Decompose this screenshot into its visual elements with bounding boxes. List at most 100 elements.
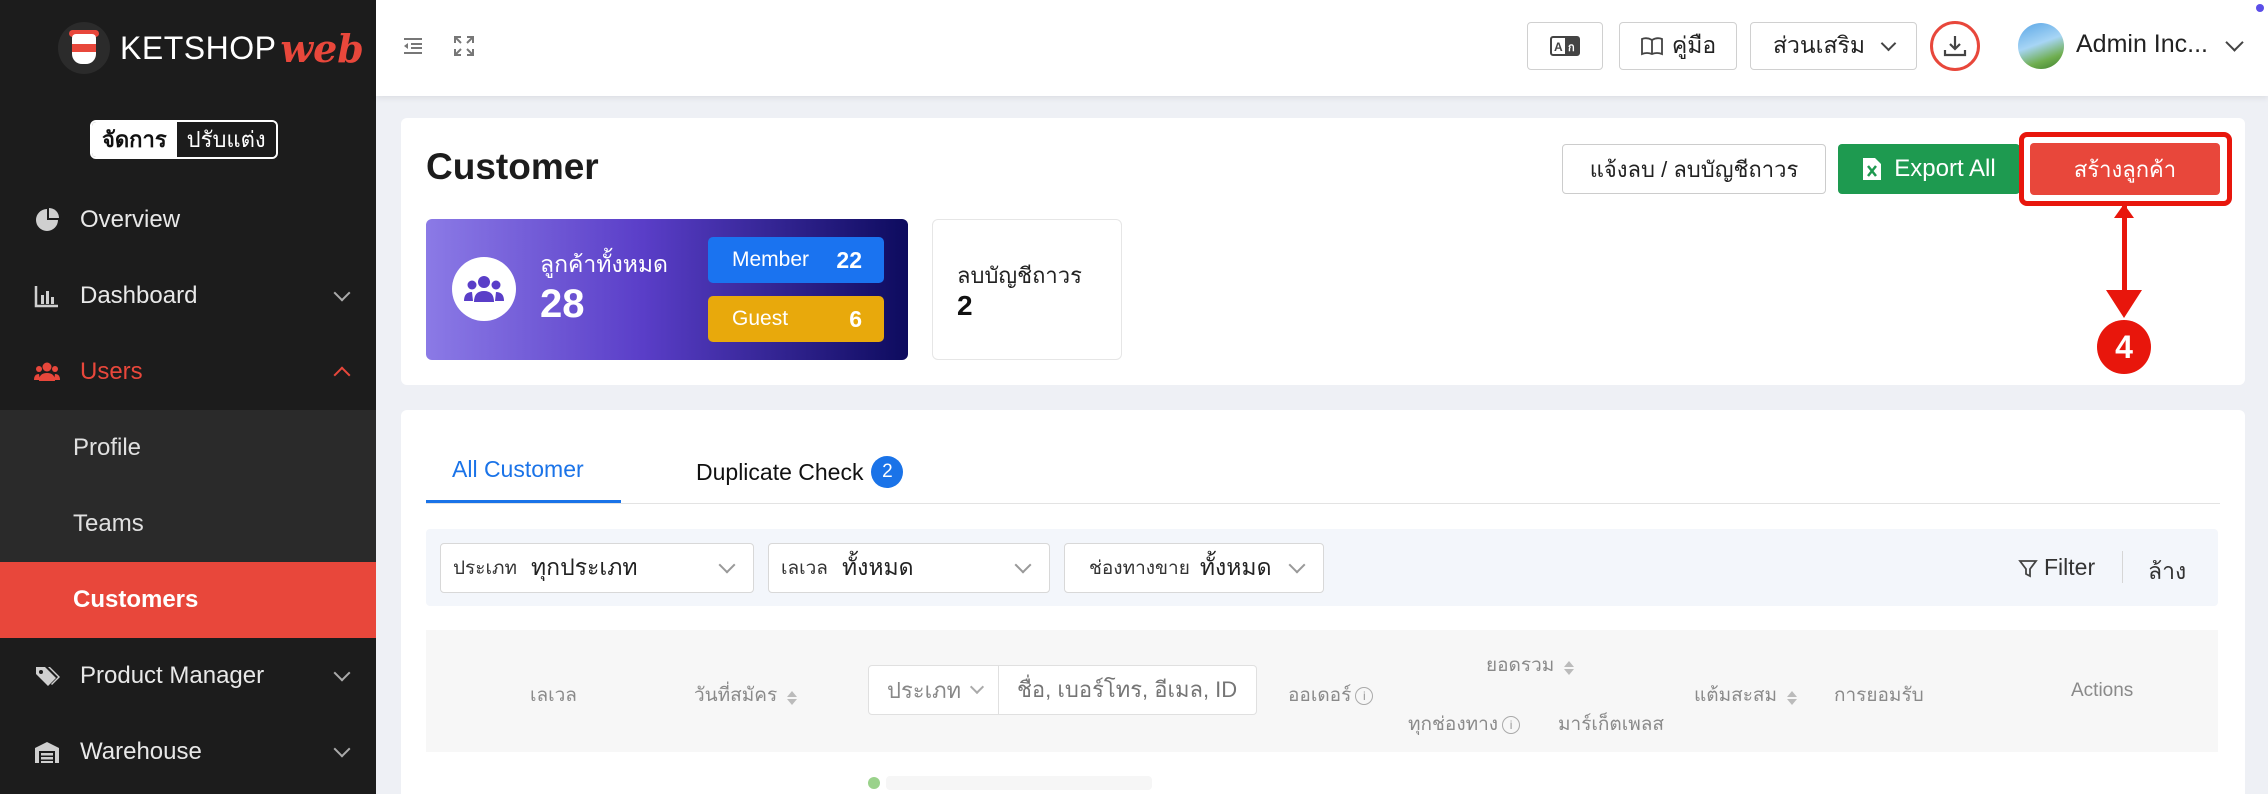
duplicate-count-badge: 2 [871,456,904,488]
filter-label: Filter [2044,554,2096,580]
total-customers-value: 28 [540,282,585,326]
column-total-label: ยอดรวม [1486,655,1555,676]
sidebar-item-users[interactable]: Users [0,334,376,410]
filter-button[interactable]: Filter [2018,554,2095,581]
column-points[interactable]: แต้มสะสม [1694,680,1798,710]
collapse-menu-icon[interactable] [401,34,425,58]
member-label: Member [732,248,810,271]
avatar[interactable] [2018,23,2064,69]
sidebar-subitem-teams[interactable]: Teams [0,486,376,562]
annotation-arrow-head [2106,290,2142,318]
book-icon [1640,37,1663,56]
search-type-label: ประเภท [887,677,962,703]
level-filter-select[interactable]: เลเวล ทั้งหมด [768,543,1050,593]
column-approval: การยอมรับ [1834,685,1924,706]
report-delete-button[interactable]: แจ้งลบ / ลบบัญชีถาวร [1562,144,1826,194]
column-all-channels: ทุกช่องทาง i [1408,709,1521,739]
info-icon[interactable]: i [1502,716,1521,734]
addons-dropdown[interactable]: ส่วนเสริม [1750,22,1917,70]
chevron-down-icon [1880,35,1897,51]
sidebar-subitem-customers[interactable]: Customers [0,562,376,638]
sidebar-item-label: Overview [80,206,181,233]
annotation-arrow [2122,206,2127,294]
guest-value: 6 [849,305,862,332]
page-title: Customer [426,146,599,187]
filter-divider [2122,551,2123,583]
channel-filter-select[interactable]: ช่องทางขาย ทั้งหมด [1064,543,1324,593]
excel-file-icon [1863,158,1882,180]
fullscreen-icon[interactable] [452,34,476,58]
users-submenu: Profile Teams Customers [0,410,376,638]
chevron-down-icon [333,740,351,758]
type-filter-select[interactable]: ประเภท ทุกประเภท [440,543,754,593]
brand-suffix: web [280,25,364,71]
search-type-select[interactable]: ประเภท [868,665,999,715]
sidebar: KETSHOP web จัดการ ปรับแต่ง Overview Das… [0,0,376,794]
column-total[interactable]: ยอดรวม [1486,650,1575,680]
sidebar-item-label: Warehouse [80,738,202,765]
users-icon [452,257,516,321]
level-filter-value: ทั้งหมด [841,554,914,580]
type-filter-value: ทุกประเภท [531,554,638,580]
export-all-button[interactable]: Export All [1838,144,2020,194]
column-points-label: แต้มสะสม [1694,685,1778,706]
bar-chart-icon [34,286,58,308]
top-bar [376,0,2268,96]
user-name[interactable]: Admin Inc... [2076,30,2208,59]
sidebar-item-dashboard[interactable]: Dashboard [0,258,376,334]
level-filter-key: เลเวล [781,558,828,579]
sidebar-item-overview[interactable]: Overview [0,182,376,258]
column-register-date[interactable]: วันที่สมัคร [694,680,798,710]
users-icon [34,362,60,381]
member-value: 22 [836,246,862,273]
annotation-highlight [2019,132,2232,206]
customer-search-input[interactable] [999,665,1257,715]
sort-icon [787,691,798,705]
column-register-date-label: วันที่สมัคร [694,685,778,706]
sidebar-item-label: Dashboard [80,282,198,309]
chevron-down-icon [718,556,736,574]
column-level: เลเวล [530,685,577,706]
export-all-label: Export All [1894,155,1996,182]
brand-name: KETSHOP [120,29,277,66]
translate-icon: Aก [1550,36,1580,56]
channel-filter-value: ทั้งหมด [1199,554,1272,580]
tab-divider [426,503,2220,504]
type-filter-key: ประเภท [453,558,518,579]
sidebar-item-warehouse[interactable]: Warehouse [0,714,376,790]
sidebar-item-label: Product Manager [80,662,265,689]
sidebar-item-product-manager[interactable]: Product Manager [0,638,376,714]
column-all-channels-label: ทุกช่องทาง [1408,714,1499,735]
column-actions: Actions [2071,680,2134,701]
download-button[interactable] [1930,21,1980,71]
step-number-badge: 4 [2097,320,2151,374]
chevron-up-icon [333,366,351,384]
translate-button[interactable]: Aก [1527,22,1603,70]
mode-customize-button[interactable]: ปรับแต่ง [176,122,276,157]
svg-text:ก: ก [1568,42,1575,54]
tab-duplicate-check[interactable]: Duplicate Check 2 [696,456,904,488]
loading-indicator [868,777,880,789]
sort-icon [1564,661,1575,675]
tab-all-customer[interactable]: All Customer [452,456,584,483]
sort-icon [1787,691,1798,705]
permanently-deleted-label: ลบบัญชีถาวร [957,263,1082,288]
cup-logo-icon [58,22,110,74]
column-order: ออเดอร์ i [1288,680,1374,710]
column-marketplace: มาร์เก็ตเพลส [1558,714,1664,735]
mode-manage-button[interactable]: จัดการ [92,122,177,157]
permanently-deleted-value: 2 [957,290,973,321]
addons-label: ส่วนเสริม [1772,32,1866,58]
guest-count-pill: Guest 6 [708,296,884,342]
chevron-down-icon [969,679,985,695]
channel-filter-key: ช่องทางขาย [1089,558,1190,579]
guest-label: Guest [732,307,789,330]
info-icon[interactable]: i [1355,687,1374,705]
brand-logo[interactable]: KETSHOP web [58,20,364,76]
pie-chart-icon [36,208,59,231]
filter-icon [2018,559,2038,577]
sidebar-subitem-profile[interactable]: Profile [0,410,376,486]
clear-filter-button[interactable]: ล้าง [2148,554,2186,590]
total-customers-label: ลูกค้าทั้งหมด [540,251,668,277]
guide-button[interactable]: คู่มือ [1619,22,1737,70]
